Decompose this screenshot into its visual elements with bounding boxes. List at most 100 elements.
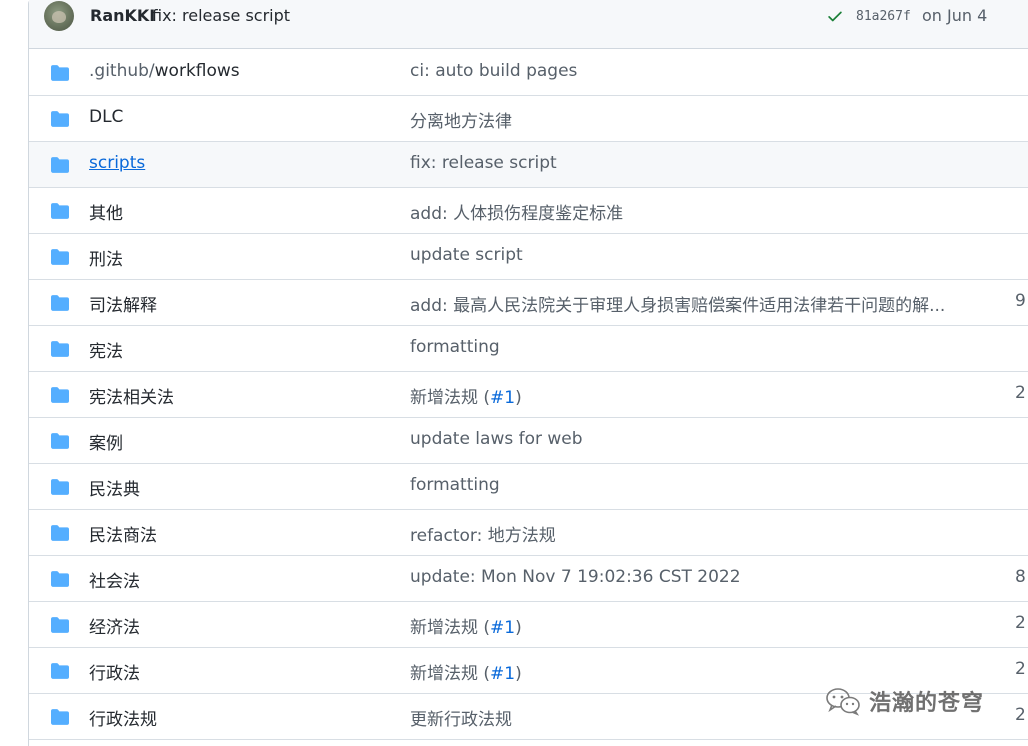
- file-name-text: 经济法: [89, 618, 140, 638]
- commit-message-link[interactable]: 分离地方法律: [410, 107, 512, 132]
- commit-message-end: ): [515, 618, 522, 638]
- commit-message-text: formatting: [410, 475, 500, 495]
- commit-message-text: refactor: 地方法规: [410, 526, 556, 546]
- commit-message-text: add: 人体损伤程度鉴定标准: [410, 204, 624, 224]
- file-name-text: 宪法相关法: [89, 388, 174, 408]
- file-row[interactable]: scripts fix: release script: [29, 142, 1028, 188]
- file-row[interactable]: 经济法 新增法规 (#1) 2: [29, 602, 1028, 648]
- commit-message-text: 新增法规 (: [410, 388, 491, 408]
- file-name-text: 行政法规: [89, 710, 157, 730]
- file-name-link[interactable]: 行政法规: [89, 705, 157, 730]
- issue-link[interactable]: #1: [490, 388, 515, 408]
- commit-message-link[interactable]: add: 人体损伤程度鉴定标准: [410, 199, 623, 224]
- file-row[interactable]: 民法典 formatting: [29, 464, 1028, 510]
- folder-icon: [51, 65, 69, 81]
- commit-message-text: update: Mon Nov 7 19:02:36 CST 2022: [410, 567, 741, 587]
- commit-age: 8: [1015, 567, 1026, 587]
- file-name-link[interactable]: 民法典: [89, 475, 140, 500]
- commit-message-link[interactable]: formatting: [410, 475, 500, 495]
- issue-link[interactable]: #1: [490, 618, 515, 638]
- file-name-link[interactable]: .github/workflows: [89, 61, 240, 81]
- repo-file-browser: RanKKI fix: release script 81a267f on Ju…: [0, 0, 1028, 746]
- commit-message-text: 新增法规 (: [410, 664, 491, 684]
- file-row[interactable]: 案例 update laws for web: [29, 418, 1028, 464]
- file-name-text: 民法典: [89, 480, 140, 500]
- file-name-link[interactable]: 行政法: [89, 659, 140, 684]
- commit-message-text: fix: release script: [410, 153, 557, 173]
- latest-commit-bar: RanKKI fix: release script 81a267f on Ju…: [29, 0, 1028, 49]
- folder-icon: [51, 617, 69, 633]
- file-name-text: 其他: [89, 204, 123, 224]
- file-name-link[interactable]: 其他: [89, 199, 123, 224]
- commit-sha[interactable]: 81a267f: [856, 9, 911, 24]
- wechat-icon: [826, 688, 860, 716]
- file-name-prefix: .github/: [89, 61, 155, 81]
- watermark-text: 浩瀚的苍穹: [869, 691, 985, 716]
- file-row[interactable]: 宪法 formatting: [29, 326, 1028, 372]
- folder-icon: [51, 111, 69, 127]
- commit-message-link[interactable]: update: Mon Nov 7 19:02:36 CST 2022: [410, 567, 741, 587]
- file-name-link[interactable]: 案例: [89, 429, 123, 454]
- file-row[interactable]: 民法商法 refactor: 地方法规: [29, 510, 1028, 556]
- commit-age: 2: [1015, 383, 1026, 403]
- file-name-text: DLC: [89, 107, 124, 127]
- commit-message-end: ): [515, 664, 522, 684]
- commit-message-link[interactable]: 新增法规 (#1): [410, 659, 522, 684]
- commit-message-text: add: 最高人民法院关于审理人身损害赔偿案件适用法律若干问题的解...: [410, 296, 946, 316]
- commit-message-text: formatting: [410, 337, 500, 357]
- wechat-watermark: 浩瀚的苍穹: [823, 686, 984, 716]
- file-name-text: 司法解释: [89, 296, 157, 316]
- file-name-link[interactable]: 宪法: [89, 337, 123, 362]
- author-avatar[interactable]: [44, 1, 74, 31]
- folder-icon: [51, 157, 69, 173]
- commit-message-link[interactable]: 新增法规 (#1): [410, 383, 522, 408]
- commit-message-link[interactable]: 新增法规 (#1): [410, 613, 522, 638]
- commit-message-link[interactable]: formatting: [410, 337, 500, 357]
- commit-age: 9: [1015, 291, 1026, 311]
- file-row[interactable]: 社会法 update: Mon Nov 7 19:02:36 CST 2022 8: [29, 556, 1028, 602]
- file-name-link[interactable]: 司法解释: [89, 291, 157, 316]
- file-name-text: 民法商法: [89, 526, 157, 546]
- file-row[interactable]: 司法解释 add: 最高人民法院关于审理人身损害赔偿案件适用法律若干问题的解...…: [29, 280, 1028, 326]
- folder-icon: [51, 525, 69, 541]
- file-name-link[interactable]: 宪法相关法: [89, 383, 174, 408]
- commit-message-link[interactable]: 更新行政法规: [410, 705, 512, 730]
- file-table: .github/workflows ci: auto build pages DLC…: [29, 50, 1028, 740]
- file-row[interactable]: 宪法相关法 新增法规 (#1) 2: [29, 372, 1028, 418]
- issue-link[interactable]: #1: [490, 664, 515, 684]
- file-row[interactable]: 其他 add: 人体损伤程度鉴定标准: [29, 188, 1028, 234]
- file-name-link[interactable]: DLC: [89, 107, 123, 127]
- commit-message-text: 新增法规 (: [410, 618, 491, 638]
- folder-icon: [51, 663, 69, 679]
- file-name-link[interactable]: scripts: [89, 153, 145, 173]
- commit-message-text: 分离地方法律: [410, 112, 512, 132]
- folder-icon: [51, 387, 69, 403]
- commit-date: on Jun 4: [922, 6, 988, 25]
- commit-age: 2: [1015, 659, 1026, 679]
- file-name-link[interactable]: 刑法: [89, 245, 123, 270]
- commit-message-link[interactable]: fix: release script: [410, 153, 557, 173]
- commit-age: 2: [1015, 705, 1026, 725]
- file-row[interactable]: DLC 分离地方法律: [29, 96, 1028, 142]
- folder-icon: [51, 479, 69, 495]
- folder-icon: [51, 709, 69, 725]
- commit-message-link[interactable]: ci: auto build pages: [410, 61, 577, 81]
- commit-message[interactable]: fix: release script: [152, 6, 290, 25]
- commit-author[interactable]: RanKKI: [90, 6, 155, 25]
- check-icon[interactable]: [826, 7, 844, 25]
- file-name-text: 刑法: [89, 250, 123, 270]
- file-name-link[interactable]: 经济法: [89, 613, 140, 638]
- commit-message-text: ci: auto build pages: [410, 61, 578, 81]
- commit-message-link[interactable]: update laws for web: [410, 429, 583, 449]
- commit-message-link[interactable]: update script: [410, 245, 523, 265]
- file-name-text: workflows: [154, 61, 240, 81]
- file-name-link[interactable]: 民法商法: [89, 521, 157, 546]
- commit-message-end: ): [515, 388, 522, 408]
- file-row[interactable]: .github/workflows ci: auto build pages: [29, 50, 1028, 96]
- commit-message-link[interactable]: refactor: 地方法规: [410, 521, 556, 546]
- folder-icon: [51, 433, 69, 449]
- file-name-link[interactable]: 社会法: [89, 567, 140, 592]
- commit-message-link[interactable]: add: 最高人民法院关于审理人身损害赔偿案件适用法律若干问题的解...: [410, 291, 945, 316]
- file-name-text: 案例: [89, 434, 123, 454]
- file-row[interactable]: 刑法 update script: [29, 234, 1028, 280]
